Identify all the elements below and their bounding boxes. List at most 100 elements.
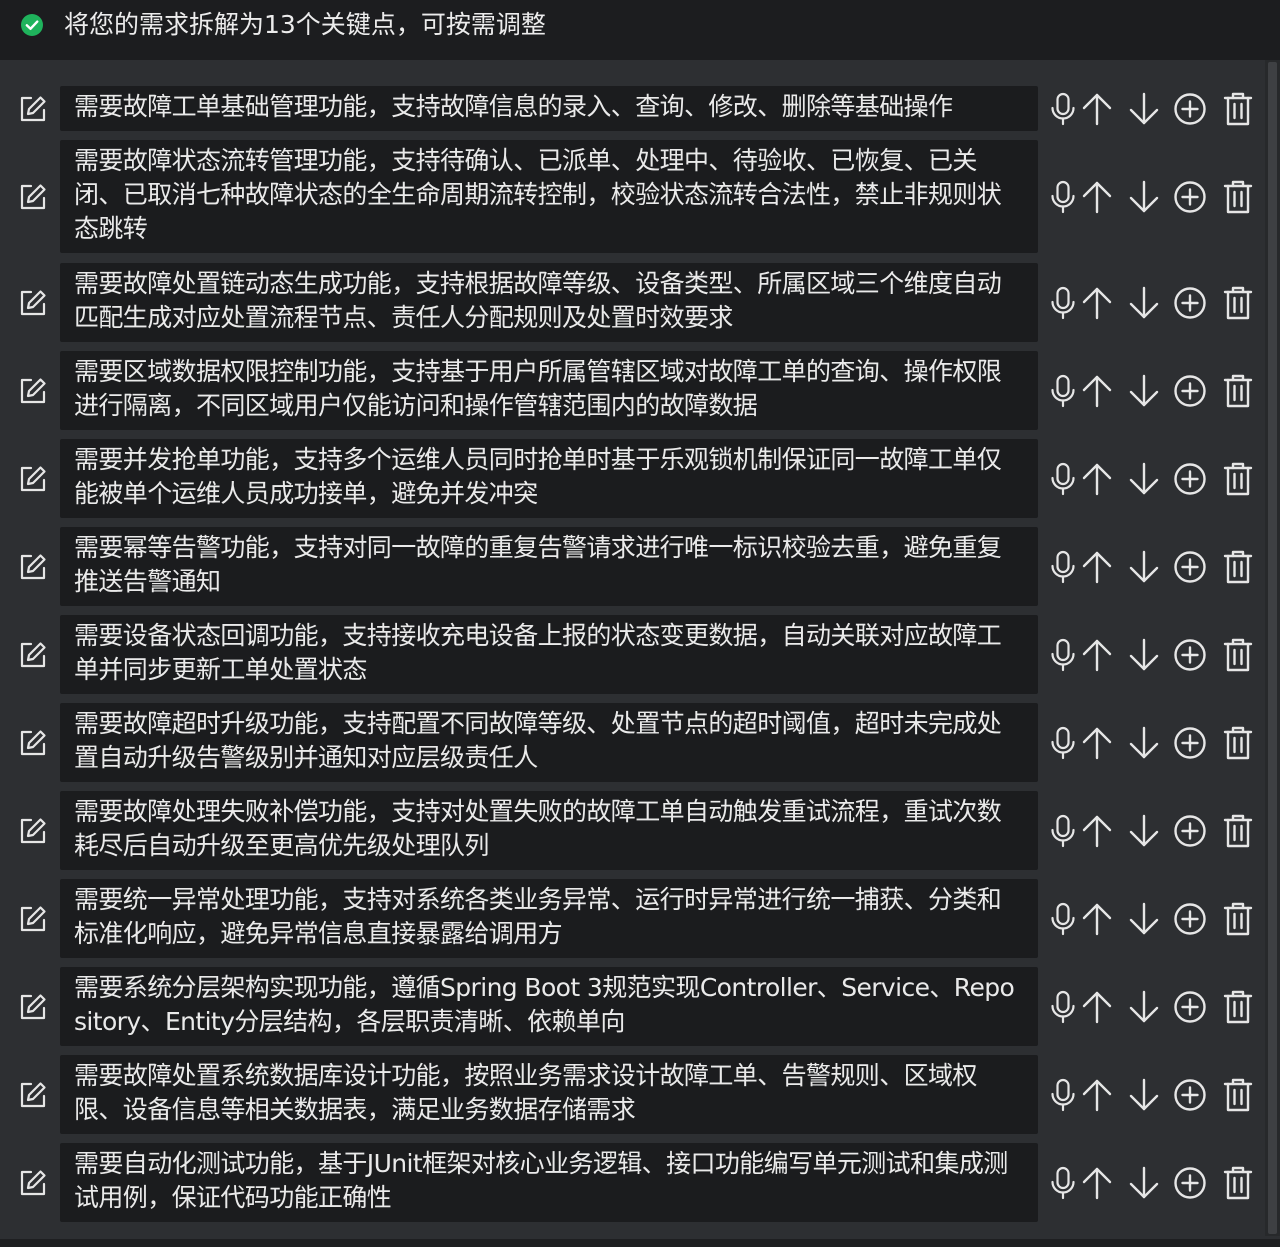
requirement-item-2: 需要故障状态流转管理功能，支持待确认、已派单、处理中、待验收、已恢复、已关闭、已… bbox=[0, 140, 1265, 253]
edit-icon[interactable] bbox=[16, 727, 48, 759]
trash-icon[interactable] bbox=[1218, 723, 1258, 763]
requirement-text: 需要系统分层架构实现功能，遵循Spring Boot 3规范实现Controll… bbox=[74, 973, 1015, 1036]
trash-icon[interactable] bbox=[1218, 1163, 1258, 1203]
item-actions bbox=[1043, 1075, 1258, 1115]
arrow-down-icon[interactable] bbox=[1124, 459, 1164, 499]
requirement-item-6: 需要幂等告警功能，支持对同一故障的重复告警请求进行唯一标识校验去重，避免重复推送… bbox=[0, 527, 1265, 606]
edit-icon[interactable] bbox=[16, 463, 48, 495]
requirement-text-box[interactable]: 需要并发抢单功能，支持多个运维人员同时抢单时基于乐观锁机制保证同一故障工单仅能被… bbox=[60, 439, 1038, 518]
plus-circle-icon[interactable] bbox=[1170, 177, 1210, 217]
trash-icon[interactable] bbox=[1218, 283, 1258, 323]
arrow-down-icon[interactable] bbox=[1124, 177, 1164, 217]
trash-icon[interactable] bbox=[1218, 635, 1258, 675]
edit-icon[interactable] bbox=[16, 93, 48, 125]
trash-icon[interactable] bbox=[1218, 371, 1258, 411]
edit-icon[interactable] bbox=[16, 181, 48, 213]
item-actions bbox=[1043, 283, 1258, 323]
plus-circle-icon[interactable] bbox=[1170, 723, 1210, 763]
header-bar: 将您的需求拆解为13个关键点，可按需调整 bbox=[0, 0, 1280, 54]
requirement-text-box[interactable]: 需要设备状态回调功能，支持接收充电设备上报的状态变更数据，自动关联对应故障工单并… bbox=[60, 615, 1038, 694]
plus-circle-icon[interactable] bbox=[1170, 987, 1210, 1027]
arrow-up-icon[interactable] bbox=[1077, 177, 1117, 217]
item-actions bbox=[1043, 811, 1258, 851]
arrow-down-icon[interactable] bbox=[1124, 89, 1164, 129]
requirement-text: 需要设备状态回调功能，支持接收充电设备上报的状态变更数据，自动关联对应故障工单并… bbox=[74, 621, 1002, 684]
requirement-text: 需要故障工单基础管理功能，支持故障信息的录入、查询、修改、删除等基础操作 bbox=[74, 92, 953, 121]
trash-icon[interactable] bbox=[1218, 547, 1258, 587]
trash-icon[interactable] bbox=[1218, 459, 1258, 499]
arrow-down-icon[interactable] bbox=[1124, 899, 1164, 939]
arrow-up-icon[interactable] bbox=[1077, 723, 1117, 763]
edit-icon[interactable] bbox=[16, 551, 48, 583]
plus-circle-icon[interactable] bbox=[1170, 811, 1210, 851]
arrow-up-icon[interactable] bbox=[1077, 1163, 1117, 1203]
requirement-item-4: 需要区域数据权限控制功能，支持基于用户所属管辖区域对故障工单的查询、操作权限进行… bbox=[0, 351, 1265, 430]
requirement-text-box[interactable]: 需要区域数据权限控制功能，支持基于用户所属管辖区域对故障工单的查询、操作权限进行… bbox=[60, 351, 1038, 430]
arrow-down-icon[interactable] bbox=[1124, 635, 1164, 675]
arrow-up-icon[interactable] bbox=[1077, 371, 1117, 411]
trash-icon[interactable] bbox=[1218, 1075, 1258, 1115]
requirement-text-box[interactable]: 需要故障处置系统数据库设计功能，按照业务需求设计故障工单、告警规则、区域权限、设… bbox=[60, 1055, 1038, 1134]
requirement-text-box[interactable]: 需要故障处置链动态生成功能，支持根据故障等级、设备类型、所属区域三个维度自动匹配… bbox=[60, 263, 1038, 342]
plus-circle-icon[interactable] bbox=[1170, 283, 1210, 323]
arrow-up-icon[interactable] bbox=[1077, 635, 1117, 675]
requirement-text-box[interactable]: 需要系统分层架构实现功能，遵循Spring Boot 3规范实现Controll… bbox=[60, 967, 1038, 1046]
edit-icon[interactable] bbox=[16, 287, 48, 319]
edit-icon[interactable] bbox=[16, 375, 48, 407]
plus-circle-icon[interactable] bbox=[1170, 635, 1210, 675]
plus-circle-icon[interactable] bbox=[1170, 547, 1210, 587]
requirement-text-box[interactable]: 需要统一异常处理功能，支持对系统各类业务异常、运行时异常进行统一捕获、分类和标准… bbox=[60, 879, 1038, 958]
trash-icon[interactable] bbox=[1218, 177, 1258, 217]
arrow-up-icon[interactable] bbox=[1077, 899, 1117, 939]
scrollbar-thumb[interactable] bbox=[1268, 62, 1277, 1234]
arrow-up-icon[interactable] bbox=[1077, 547, 1117, 587]
edit-icon[interactable] bbox=[16, 1167, 48, 1199]
item-actions bbox=[1043, 459, 1258, 499]
plus-circle-icon[interactable] bbox=[1170, 899, 1210, 939]
requirement-text-box[interactable]: 需要自动化测试功能，基于JUnit框架对核心业务逻辑、接口功能编写单元测试和集成… bbox=[60, 1143, 1038, 1222]
bottom-edge bbox=[0, 1239, 1280, 1247]
trash-icon[interactable] bbox=[1218, 811, 1258, 851]
plus-circle-icon[interactable] bbox=[1170, 459, 1210, 499]
requirement-text-box[interactable]: 需要故障处理失败补偿功能，支持对处置失败的故障工单自动触发重试流程，重试次数耗尽… bbox=[60, 791, 1038, 870]
requirement-text-box[interactable]: 需要故障状态流转管理功能，支持待确认、已派单、处理中、待验收、已恢复、已关闭、已… bbox=[60, 140, 1038, 253]
trash-icon[interactable] bbox=[1218, 899, 1258, 939]
plus-circle-icon[interactable] bbox=[1170, 1163, 1210, 1203]
edit-icon[interactable] bbox=[16, 639, 48, 671]
arrow-down-icon[interactable] bbox=[1124, 987, 1164, 1027]
edit-icon[interactable] bbox=[16, 991, 48, 1023]
trash-icon[interactable] bbox=[1218, 987, 1258, 1027]
item-actions bbox=[1043, 89, 1258, 129]
edit-icon[interactable] bbox=[16, 903, 48, 935]
requirement-text: 需要自动化测试功能，基于JUnit框架对核心业务逻辑、接口功能编写单元测试和集成… bbox=[74, 1149, 1008, 1212]
plus-circle-icon[interactable] bbox=[1170, 89, 1210, 129]
arrow-up-icon[interactable] bbox=[1077, 283, 1117, 323]
requirement-item-5: 需要并发抢单功能，支持多个运维人员同时抢单时基于乐观锁机制保证同一故障工单仅能被… bbox=[0, 439, 1265, 518]
requirement-text: 需要并发抢单功能，支持多个运维人员同时抢单时基于乐观锁机制保证同一故障工单仅能被… bbox=[74, 445, 1002, 508]
arrow-down-icon[interactable] bbox=[1124, 811, 1164, 851]
requirement-text: 需要区域数据权限控制功能，支持基于用户所属管辖区域对故障工单的查询、操作权限进行… bbox=[74, 357, 1002, 420]
requirement-item-7: 需要设备状态回调功能，支持接收充电设备上报的状态变更数据，自动关联对应故障工单并… bbox=[0, 615, 1265, 694]
arrow-down-icon[interactable] bbox=[1124, 1075, 1164, 1115]
arrow-up-icon[interactable] bbox=[1077, 987, 1117, 1027]
arrow-down-icon[interactable] bbox=[1124, 283, 1164, 323]
edit-icon[interactable] bbox=[16, 1079, 48, 1111]
plus-circle-icon[interactable] bbox=[1170, 371, 1210, 411]
arrow-down-icon[interactable] bbox=[1124, 371, 1164, 411]
arrow-up-icon[interactable] bbox=[1077, 1075, 1117, 1115]
edit-icon[interactable] bbox=[16, 815, 48, 847]
item-actions bbox=[1043, 547, 1258, 587]
requirement-text-box[interactable]: 需要幂等告警功能，支持对同一故障的重复告警请求进行唯一标识校验去重，避免重复推送… bbox=[60, 527, 1038, 606]
requirement-text-box[interactable]: 需要故障超时升级功能，支持配置不同故障等级、处置节点的超时阈值，超时未完成处置自… bbox=[60, 703, 1038, 782]
requirement-item-9: 需要故障处理失败补偿功能，支持对处置失败的故障工单自动触发重试流程，重试次数耗尽… bbox=[0, 791, 1265, 870]
arrow-up-icon[interactable] bbox=[1077, 459, 1117, 499]
requirement-text-box[interactable]: 需要故障工单基础管理功能，支持故障信息的录入、查询、修改、删除等基础操作 bbox=[60, 86, 1038, 131]
arrow-up-icon[interactable] bbox=[1077, 811, 1117, 851]
trash-icon[interactable] bbox=[1218, 89, 1258, 129]
arrow-down-icon[interactable] bbox=[1124, 547, 1164, 587]
arrow-down-icon[interactable] bbox=[1124, 723, 1164, 763]
arrow-up-icon[interactable] bbox=[1077, 89, 1117, 129]
requirement-text: 需要幂等告警功能，支持对同一故障的重复告警请求进行唯一标识校验去重，避免重复推送… bbox=[74, 533, 1002, 596]
arrow-down-icon[interactable] bbox=[1124, 1163, 1164, 1203]
plus-circle-icon[interactable] bbox=[1170, 1075, 1210, 1115]
